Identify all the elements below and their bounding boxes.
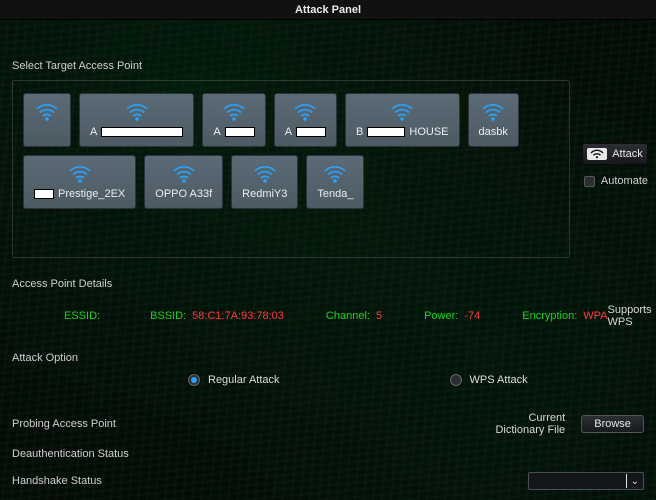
window-title: Attack Panel [295,4,361,16]
select-target-label: Select Target Access Point [12,60,644,72]
wps-attack-radio[interactable]: WPS Attack [450,374,528,386]
access-point-card[interactable]: Prestige_2EX [23,155,136,209]
ap-details-label: Access Point Details [12,278,644,290]
wifi-icon [34,98,60,126]
wifi-icon [587,148,607,160]
access-point-label: OPPO A33f [155,188,212,200]
wifi-icon [322,160,348,188]
channel-key: Channel: [326,310,370,322]
channel-value: 5 [376,310,382,322]
wifi-icon [67,160,93,188]
radio-dot-icon [450,374,462,386]
access-point-label: BHOUSE [356,126,448,138]
supports-wps-label: Supports WPS [608,304,652,328]
probing-label: Probing Access Point [12,418,172,430]
handshake-label: Handshake Status [12,475,172,487]
access-point-card[interactable]: Tenda_ [306,155,364,209]
encryption-key: Encryption: [522,310,577,322]
bssid-value: 58:C1:7A:93:78:03 [192,310,284,322]
access-point-card[interactable]: A [274,93,337,147]
access-point-card[interactable]: dasbk [468,93,519,147]
access-point-label: RedmiY3 [242,188,287,200]
wifi-icon [389,98,415,126]
access-point-card[interactable]: OPPO A33f [144,155,223,209]
access-point-label: A [90,126,183,138]
essid-key: ESSID: [64,310,100,322]
access-point-card[interactable]: A [202,93,265,147]
wifi-icon [124,98,150,126]
regular-attack-label: Regular Attack [208,374,280,386]
automate-checkbox[interactable] [584,176,595,187]
radio-dot-icon [188,374,200,386]
access-point-card[interactable]: BHOUSE [345,93,459,147]
automate-label: Automate [601,175,648,187]
regular-attack-radio[interactable]: Regular Attack [188,374,280,386]
wifi-icon [171,160,197,188]
access-point-panel: A A A BHOUSE dasbk Prestige_2EX OPPO A33f Redmi… [12,80,570,258]
access-point-label: A [285,126,326,138]
access-point-card[interactable]: A [79,93,194,147]
wifi-icon [221,98,247,126]
power-value: -74 [464,310,480,322]
wifi-icon [252,160,278,188]
power-key: Power: [424,310,458,322]
browse-button[interactable]: Browse [581,415,644,433]
bssid-key: BSSID: [150,310,186,322]
window-titlebar: Attack Panel [0,0,656,20]
access-point-card[interactable] [23,93,71,147]
dictionary-file-label: Current Dictionary File [484,412,573,436]
attack-button[interactable]: Attack [582,143,648,165]
access-point-label: dasbk [479,126,508,138]
handshake-dropdown[interactable]: ⌄ [528,472,644,490]
attack-button-label: Attack [612,148,643,160]
access-point-card[interactable]: RedmiY3 [231,155,298,209]
access-point-label: Tenda_ [317,188,353,200]
attack-option-label: Attack Option [12,352,644,364]
encryption-value: WPA [583,310,607,322]
access-point-label: A [213,126,254,138]
deauth-label: Deauthentication Status [12,448,172,460]
chevron-down-icon: ⌄ [631,476,639,487]
access-point-label: Prestige_2EX [34,188,125,200]
wifi-icon [292,98,318,126]
wps-attack-label: WPS Attack [470,374,528,386]
ap-details-row: ESSID: BSSID: 58:C1:7A:93:78:03 Channel: 5… [12,304,644,328]
automate-option[interactable]: Automate [584,175,648,187]
wifi-icon [480,98,506,126]
